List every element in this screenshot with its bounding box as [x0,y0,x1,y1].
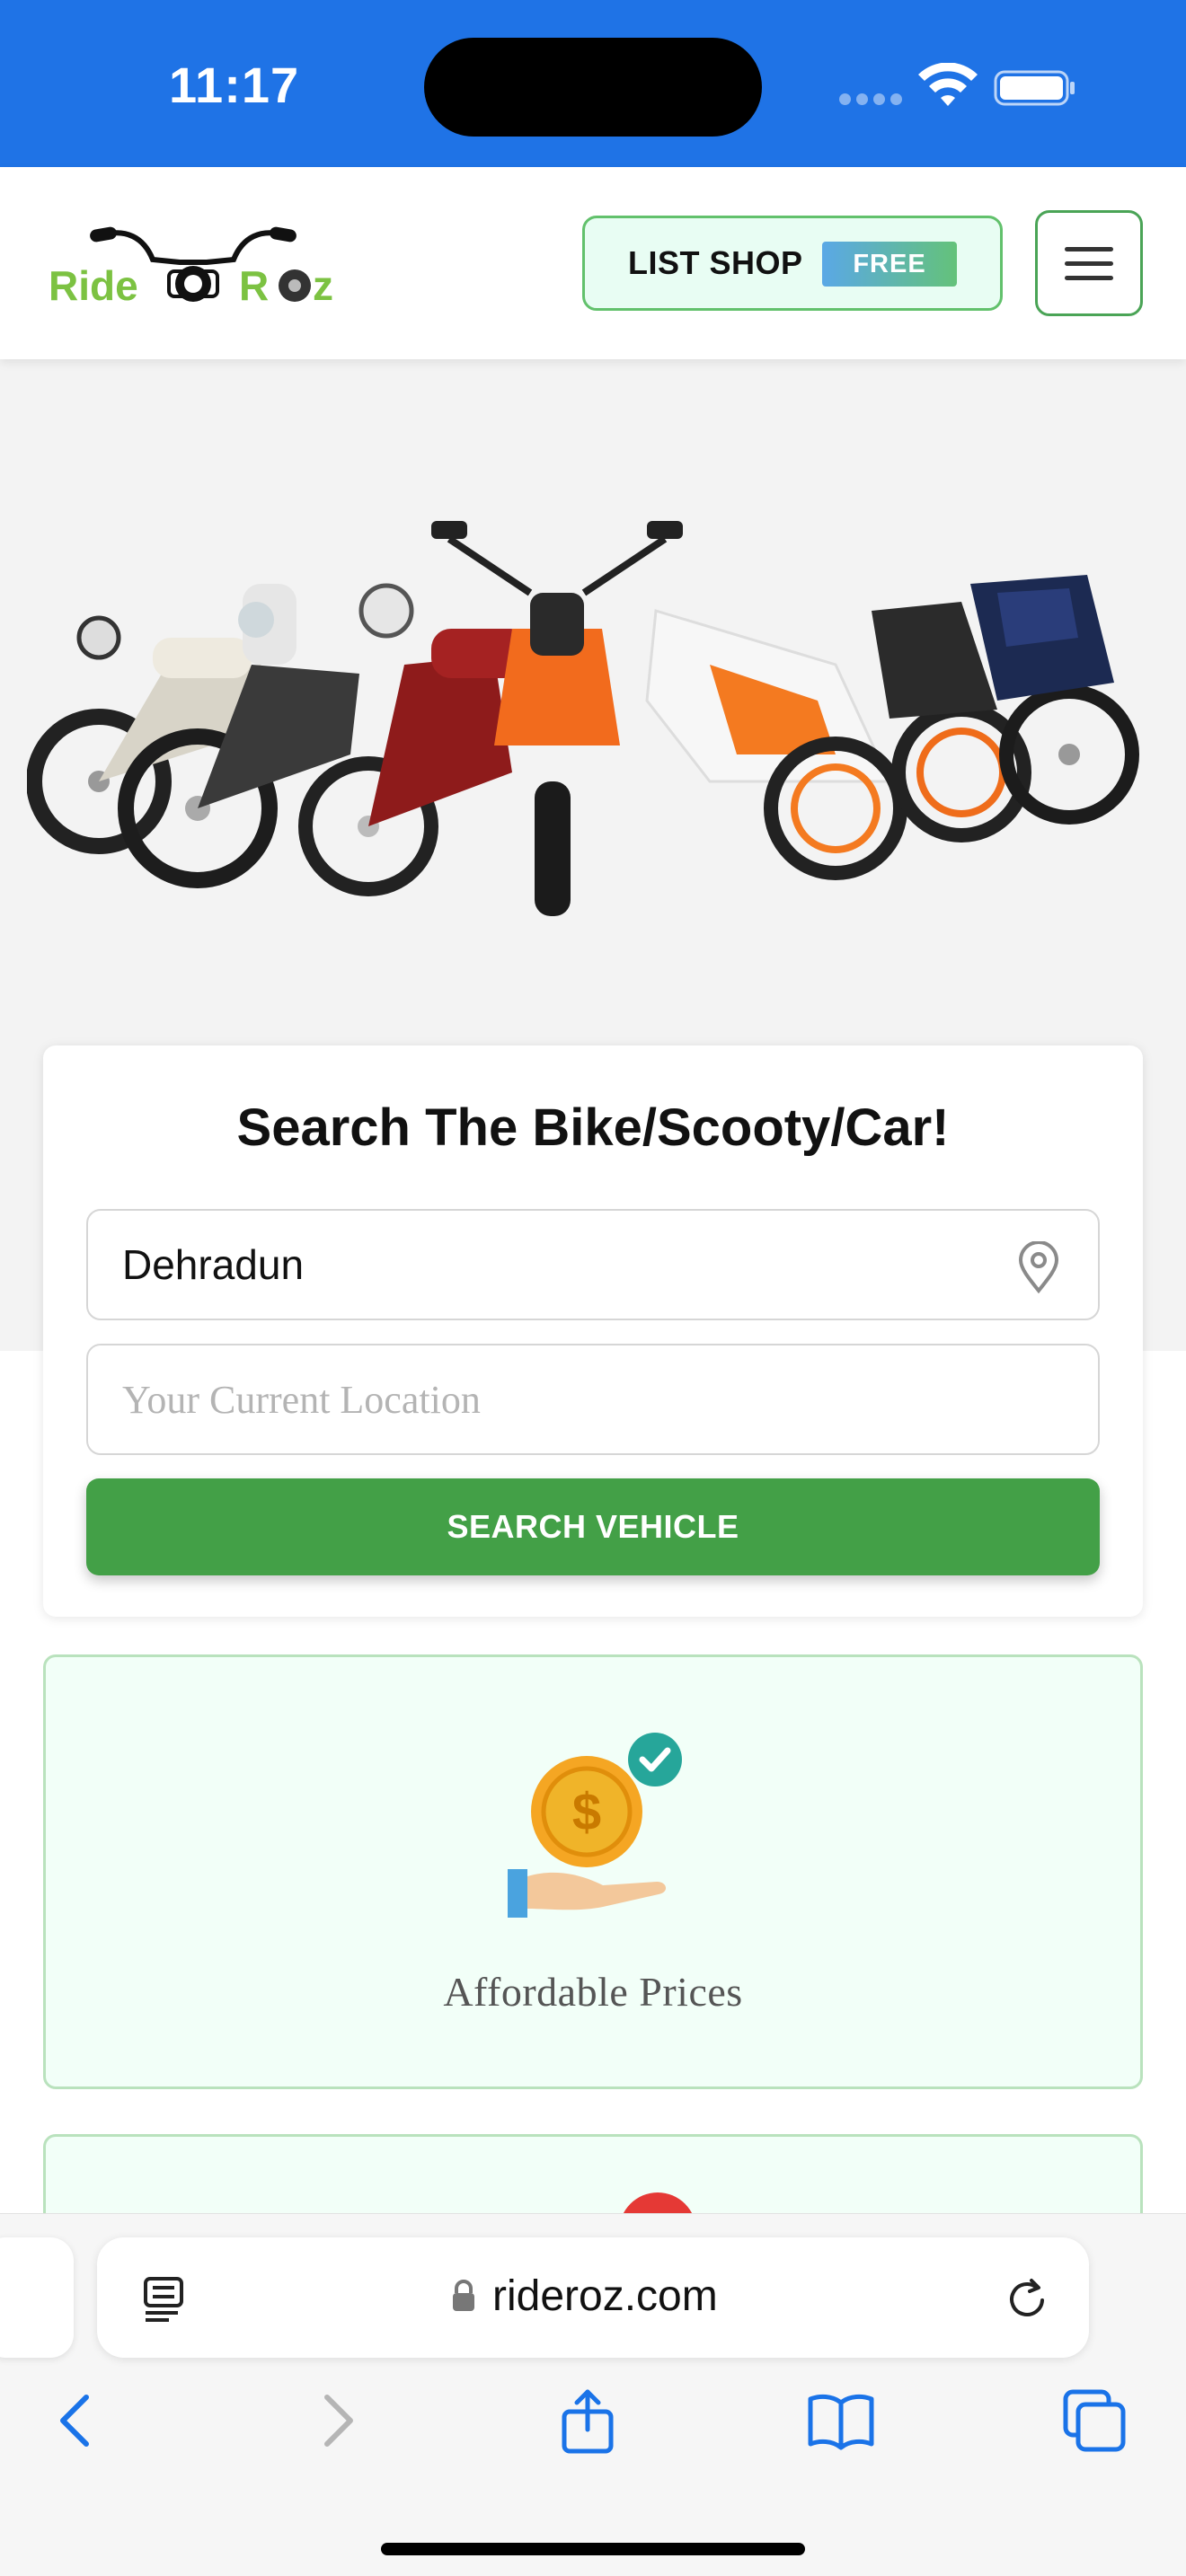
share-icon[interactable] [552,2385,624,2457]
current-location-input[interactable]: Your Current Location [86,1344,1100,1455]
home-indicator[interactable] [381,2543,805,2555]
feature-card-affordable-prices: $ Affordable Prices [43,1654,1143,2089]
address-bar[interactable]: rideroz.com [97,2237,1089,2358]
status-time: 11:17 [169,57,300,113]
search-vehicle-label: SEARCH VEHICLE [447,1508,739,1545]
logo-text-left: Ride [49,262,138,309]
hamburger-menu-icon[interactable] [1035,210,1143,316]
search-vehicle-button[interactable]: SEARCH VEHICLE [86,1478,1100,1575]
wifi-icon [918,63,978,106]
location-pin-icon[interactable] [1015,1241,1062,1293]
list-shop-button[interactable]: LIST SHOP FREE [582,216,1003,311]
previous-tab-preview[interactable] [0,2237,74,2358]
feature-label: Affordable Prices [443,1969,743,2015]
status-bar: 11:17 [0,0,1186,167]
reload-icon[interactable] [1005,2275,1051,2322]
bookmarks-icon[interactable] [805,2385,877,2457]
battery-icon [994,70,1075,106]
search-card: Search The Bike/Scooty/Car! Dehradun You… [43,1045,1143,1617]
svg-text:R: R [239,262,269,309]
browser-toolbar: rideroz.com [0,2213,1186,2576]
svg-text:$: $ [572,1783,601,1841]
site-header: Ride R z LIST SHOP FREE [0,167,1186,359]
rideroz-logo[interactable]: Ride R z [45,210,341,318]
search-title: Search The Bike/Scooty/Car! [236,1098,950,1157]
forward-icon[interactable] [300,2385,372,2457]
city-input[interactable]: Dehradun [86,1209,1100,1320]
coin-in-hand-icon: $ [508,1733,682,1918]
cellular-signal-icon [839,93,907,110]
lock-icon [453,2280,474,2311]
list-shop-label: LIST SHOP [628,244,803,281]
free-badge: FREE [822,242,957,287]
city-input-value: Dehradun [122,1241,305,1288]
svg-text:z: z [313,262,333,309]
dynamic-island [424,38,762,137]
tabs-icon[interactable] [1058,2385,1130,2457]
motorcycles-lineup-image [27,521,1139,916]
reader-icon[interactable] [142,2275,185,2322]
current-location-placeholder: Your Current Location [122,1377,481,1422]
url-text: rideroz.com [492,2272,718,2320]
back-icon[interactable] [41,2385,113,2457]
